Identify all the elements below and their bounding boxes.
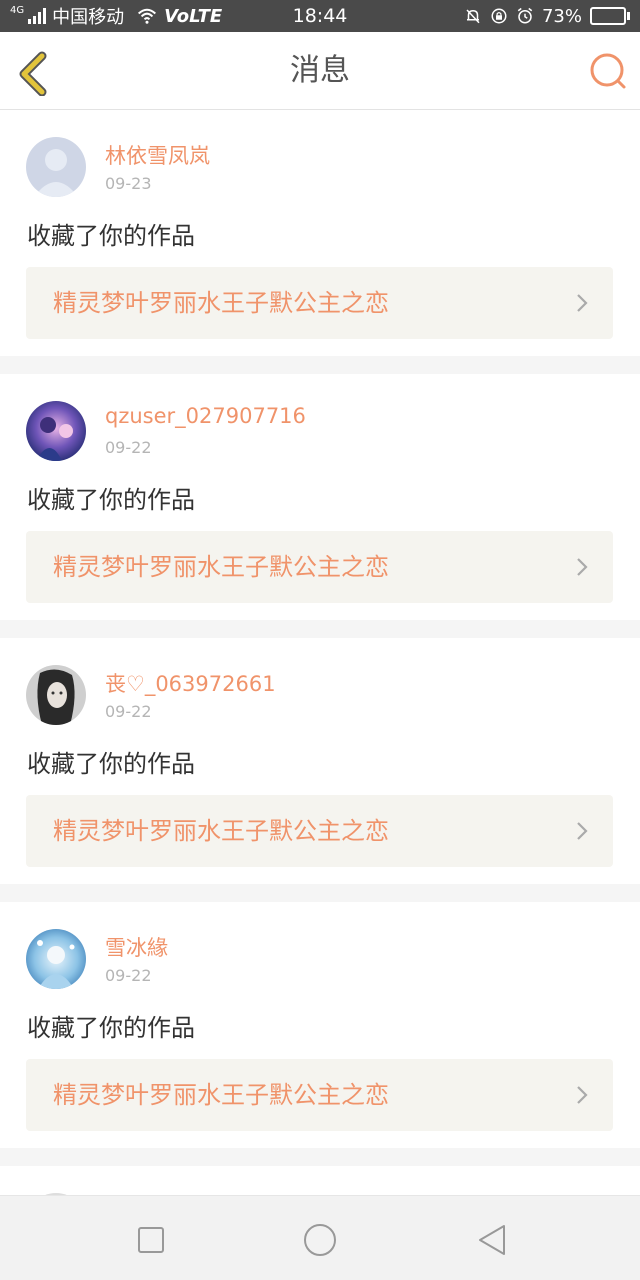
message-card: qzuser_027907716 09-22 收藏了你的作品 精灵梦叶罗丽水王子… [0, 374, 640, 620]
chevron-right-icon [577, 822, 588, 840]
message-date: 09-22 [105, 438, 152, 457]
action-text: 收藏了你的作品 [27, 486, 195, 514]
avatar[interactable] [26, 401, 86, 461]
message-date: 09-23 [105, 174, 152, 193]
message-list: 林依雪凤岚 09-23 收藏了你的作品 精灵梦叶罗丽水王子默公主之恋 qzuse… [0, 110, 640, 1166]
wifi-icon [138, 8, 157, 24]
battery-icon [590, 7, 630, 25]
username[interactable]: 雪冰緣 [105, 932, 168, 962]
carrier-name: 中国移动 [52, 7, 125, 28]
work-link[interactable]: 精灵梦叶罗丽水王子默公主之恋 [26, 267, 613, 339]
message-date: 09-22 [105, 702, 152, 721]
rotation-lock-icon [491, 8, 507, 24]
triangle-back-icon[interactable] [474, 1222, 510, 1258]
action-text: 收藏了你的作品 [27, 1014, 195, 1042]
chevron-right-icon [577, 1086, 588, 1104]
battery-percent: 73% [541, 5, 582, 27]
chevron-right-icon [577, 294, 588, 312]
action-text: 收藏了你的作品 [27, 222, 195, 250]
username[interactable]: 林依雪凤岚 [105, 140, 210, 170]
message-card: 丧♡_063972661 09-22 收藏了你的作品 精灵梦叶罗丽水王子默公主之… [0, 638, 640, 884]
work-title: 精灵梦叶罗丽水王子默公主之恋 [53, 1081, 389, 1109]
message-card: 林依雪凤岚 09-23 收藏了你的作品 精灵梦叶罗丽水王子默公主之恋 [0, 110, 640, 356]
chevron-right-icon [577, 558, 588, 576]
circle-icon[interactable] [302, 1222, 338, 1258]
work-link[interactable]: 精灵梦叶罗丽水王子默公主之恋 [26, 795, 613, 867]
volte-label: VoLTE [164, 5, 223, 27]
username[interactable]: 丧♡_063972661 [105, 668, 276, 698]
work-title: 精灵梦叶罗丽水王子默公主之恋 [53, 553, 389, 581]
avatar[interactable] [26, 137, 86, 197]
avatar[interactable] [26, 929, 86, 989]
page-title: 消息 [290, 53, 350, 88]
message-card: 雪冰緣 09-22 收藏了你的作品 精灵梦叶罗丽水王子默公主之恋 [0, 902, 640, 1148]
network-type: 4G [10, 4, 25, 16]
system-nav-bar [0, 1195, 640, 1280]
message-date: 09-22 [105, 966, 152, 985]
mute-bell-icon [466, 9, 480, 24]
avatar[interactable] [26, 665, 86, 725]
app-header: 消息 [0, 32, 640, 110]
work-title: 精灵梦叶罗丽水王子默公主之恋 [53, 289, 389, 317]
signal-icon [28, 8, 47, 24]
work-title: 精灵梦叶罗丽水王子默公主之恋 [53, 817, 389, 845]
search-icon[interactable] [586, 50, 630, 94]
alarm-icon [517, 7, 533, 24]
username[interactable]: qzuser_027907716 [105, 404, 306, 428]
square-icon[interactable] [133, 1222, 169, 1258]
work-link[interactable]: 精灵梦叶罗丽水王子默公主之恋 [26, 531, 613, 603]
status-bar: 4G 中国移动 VoLTE 18:44 73% [0, 0, 640, 32]
work-link[interactable]: 精灵梦叶罗丽水王子默公主之恋 [26, 1059, 613, 1131]
action-text: 收藏了你的作品 [27, 750, 195, 778]
